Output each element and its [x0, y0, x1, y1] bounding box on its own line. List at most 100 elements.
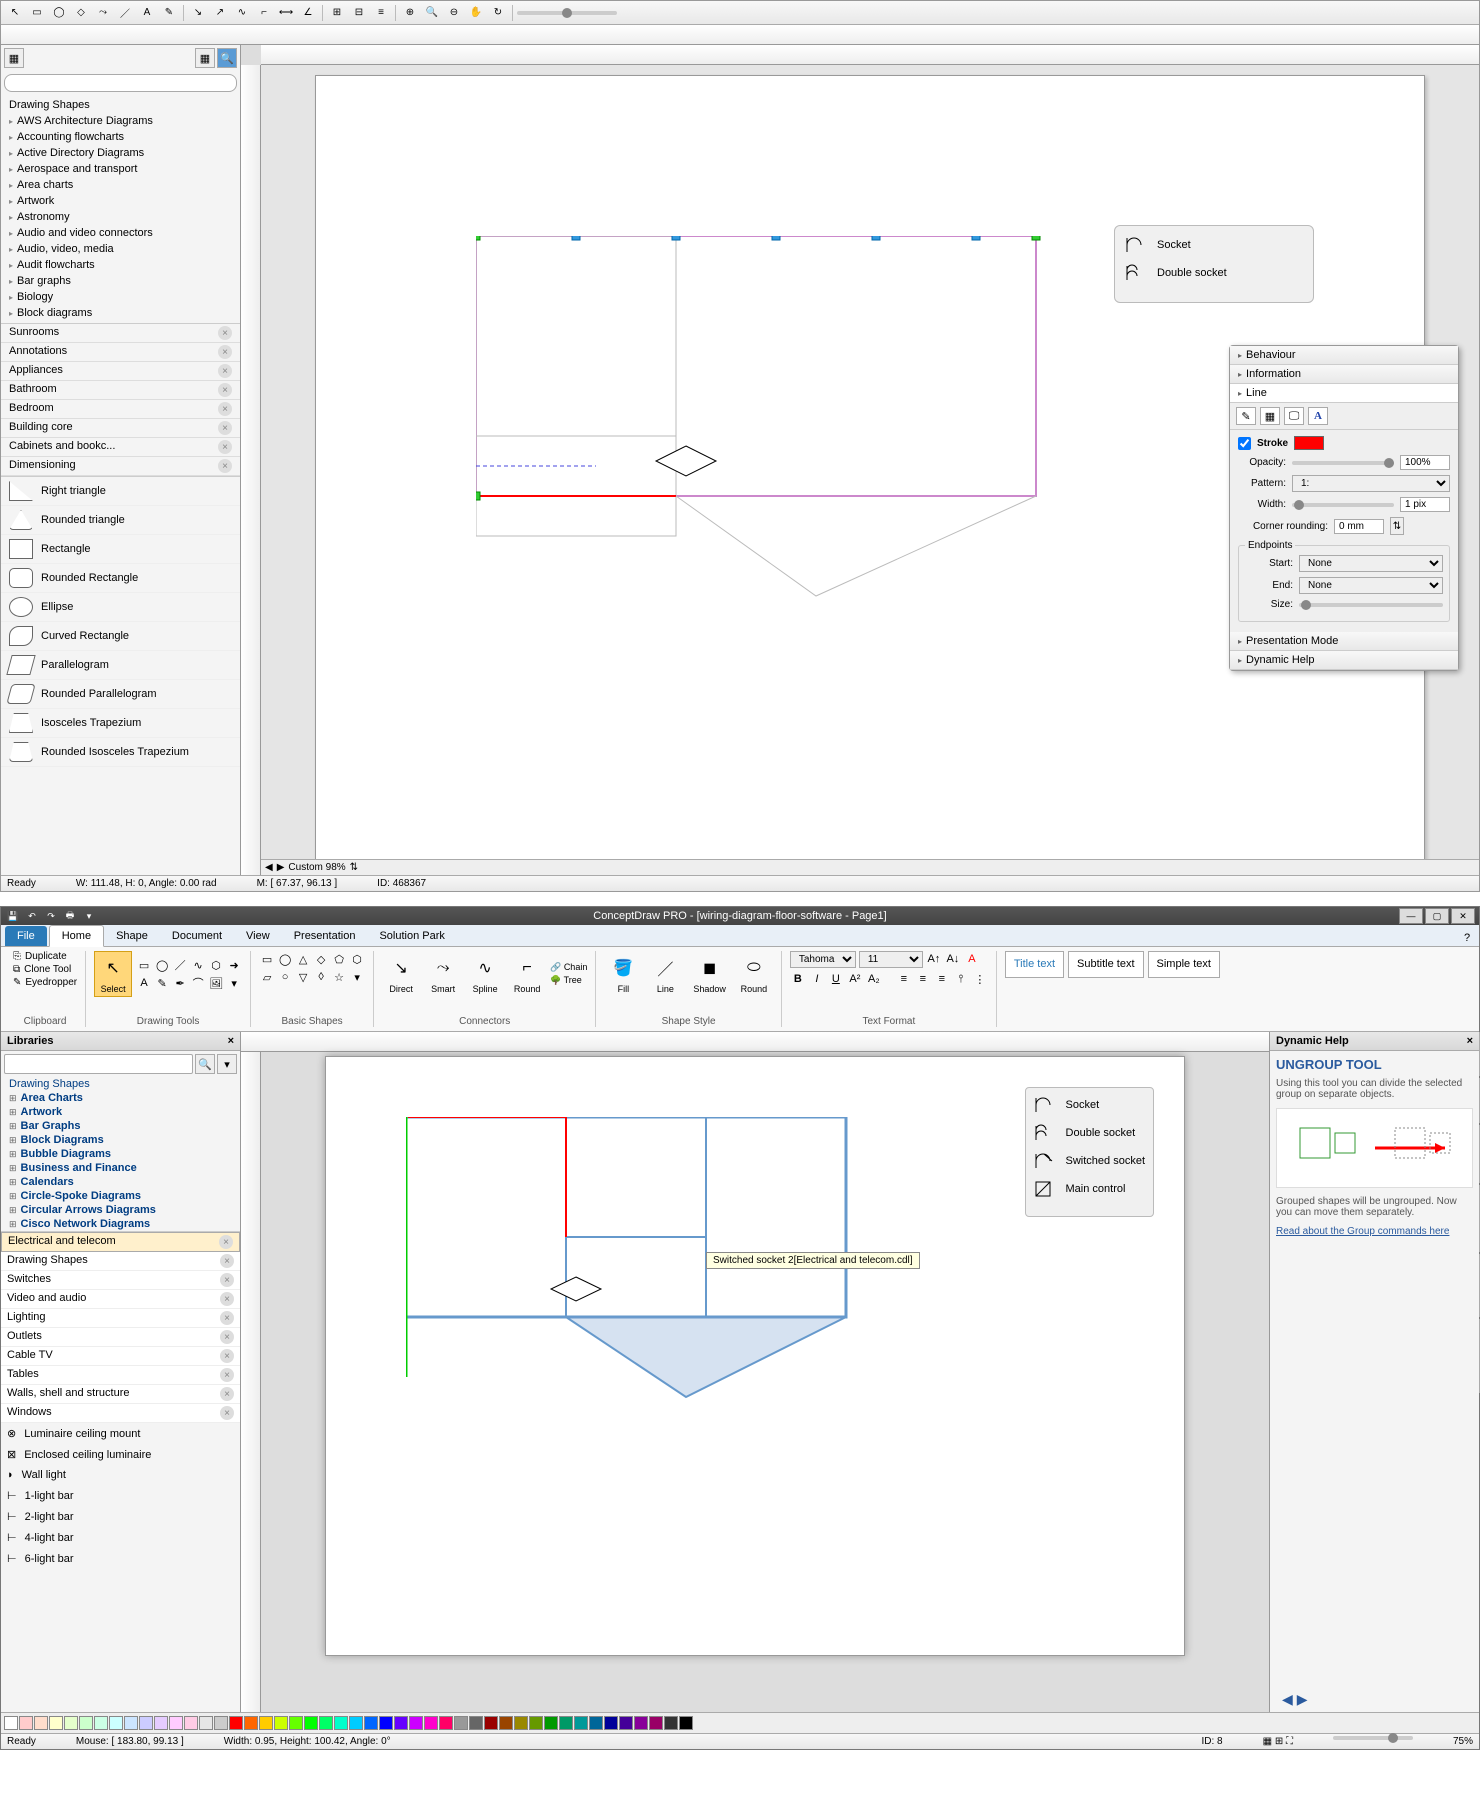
- opacity-input[interactable]: [1400, 455, 1450, 470]
- conn-chain[interactable]: 🔗 Chain: [550, 962, 587, 973]
- palette-swatch[interactable]: [94, 1716, 108, 1730]
- bs-icon[interactable]: ⬠: [331, 951, 347, 967]
- palette-swatch[interactable]: [544, 1716, 558, 1730]
- shape-pencil-icon[interactable]: ✎: [154, 975, 170, 991]
- stroke-checkbox[interactable]: [1238, 437, 1251, 450]
- tool-rect[interactable]: ▭: [27, 4, 47, 22]
- library-search-input[interactable]: [4, 1054, 193, 1074]
- stepper[interactable]: ⇅: [1390, 517, 1404, 535]
- close-icon[interactable]: ×: [218, 440, 232, 454]
- bs-icon[interactable]: ▱: [259, 969, 275, 985]
- bs-icon[interactable]: ◇: [313, 951, 329, 967]
- conn-direct[interactable]: ↘Direct: [382, 951, 420, 997]
- palette-swatch[interactable]: [289, 1716, 303, 1730]
- close-icon[interactable]: ×: [220, 1387, 234, 1401]
- cat2-item[interactable]: Walls, shell and structure×: [1, 1385, 240, 1404]
- opacity-slider[interactable]: [1292, 461, 1394, 465]
- shadow-button[interactable]: ◼Shadow: [688, 951, 731, 997]
- shape-item[interactable]: Curved Rectangle: [1, 622, 240, 651]
- palette-swatch[interactable]: [139, 1716, 153, 1730]
- shape-item[interactable]: Rectangle: [1, 535, 240, 564]
- conn-spline[interactable]: ∿Spline: [466, 951, 504, 997]
- close-icon[interactable]: ×: [220, 1406, 234, 1420]
- palette-swatch[interactable]: [124, 1716, 138, 1730]
- width-slider[interactable]: [1292, 503, 1394, 507]
- floorplan-drawing[interactable]: [476, 236, 1076, 636]
- shape2-item[interactable]: ◗Wall light: [1, 1465, 240, 1485]
- tree-item[interactable]: Active Directory Diagrams: [1, 145, 240, 161]
- qat-print-icon[interactable]: 🖶: [62, 909, 78, 923]
- search-input[interactable]: [4, 74, 237, 92]
- tool-arrow1[interactable]: ↘: [188, 4, 208, 22]
- palette-swatch[interactable]: [319, 1716, 333, 1730]
- shape-item[interactable]: Rounded Parallelogram: [1, 680, 240, 709]
- bottom-scrollbar[interactable]: ◀ ▶ Custom 98% ⇅: [261, 859, 1479, 875]
- line-button[interactable]: ／Line: [646, 951, 684, 997]
- tree2-item[interactable]: Block Diagrams: [1, 1133, 240, 1147]
- corner-input[interactable]: [1334, 519, 1384, 534]
- conn-tree[interactable]: 🌳 Tree: [550, 975, 587, 986]
- tree-item[interactable]: Audit flowcharts: [1, 257, 240, 273]
- palette-swatch[interactable]: [514, 1716, 528, 1730]
- close-button[interactable]: ✕: [1451, 908, 1475, 924]
- qat-dropdown-icon[interactable]: ▾: [81, 909, 97, 923]
- tab-document[interactable]: Document: [160, 926, 234, 946]
- bs-icon[interactable]: ○: [277, 969, 293, 985]
- panel-section-help[interactable]: Dynamic Help: [1230, 651, 1458, 670]
- palette-swatch[interactable]: [604, 1716, 618, 1730]
- palette-swatch[interactable]: [484, 1716, 498, 1730]
- tree2-item[interactable]: Artwork: [1, 1105, 240, 1119]
- tree-item[interactable]: Bar graphs: [1, 273, 240, 289]
- shape-item[interactable]: Rounded Isosceles Trapezium: [1, 738, 240, 767]
- shape-text-icon[interactable]: A: [136, 975, 152, 991]
- bs-icon[interactable]: ▭: [259, 951, 275, 967]
- tree-item[interactable]: Audio, video, media: [1, 241, 240, 257]
- palette-swatch[interactable]: [4, 1716, 18, 1730]
- palette-swatch[interactable]: [229, 1716, 243, 1730]
- tool-zoom-in[interactable]: 🔍: [422, 4, 442, 22]
- shape2-item[interactable]: ⊢6-light bar: [1, 1548, 240, 1569]
- tab-pen-icon[interactable]: ✎: [1236, 407, 1256, 425]
- font-select[interactable]: Tahoma: [790, 951, 856, 968]
- bold-icon[interactable]: B: [790, 971, 806, 987]
- maximize-button[interactable]: ▢: [1425, 908, 1449, 924]
- round-button[interactable]: ⬭Round: [735, 951, 773, 997]
- tab-screen-icon[interactable]: 🖵: [1284, 407, 1304, 425]
- title-text-btn[interactable]: Title text: [1005, 951, 1064, 978]
- start-select[interactable]: None: [1299, 555, 1443, 572]
- tab-home[interactable]: Home: [49, 925, 104, 947]
- tool-align[interactable]: ≡: [371, 4, 391, 22]
- tool-bezier[interactable]: ∿: [232, 4, 252, 22]
- palette-swatch[interactable]: [574, 1716, 588, 1730]
- palette-swatch[interactable]: [634, 1716, 648, 1730]
- size-slider[interactable]: [1299, 603, 1443, 607]
- pattern-select[interactable]: 1:: [1292, 475, 1450, 492]
- shape-ellipse-icon[interactable]: ◯: [154, 957, 170, 973]
- fontsize-select[interactable]: 11: [859, 951, 923, 968]
- palette-swatch[interactable]: [334, 1716, 348, 1730]
- library-btn[interactable]: ▦: [4, 48, 24, 68]
- align-center-icon[interactable]: ≡: [915, 971, 931, 987]
- palette-swatch[interactable]: [244, 1716, 258, 1730]
- palette-swatch[interactable]: [454, 1716, 468, 1730]
- close-icon[interactable]: ×: [218, 421, 232, 435]
- cat-item[interactable]: Dimensioning×: [1, 457, 240, 476]
- cat-item[interactable]: Annotations×: [1, 343, 240, 362]
- subtitle-text-btn[interactable]: Subtitle text: [1068, 951, 1143, 978]
- tool-refresh[interactable]: ↻: [488, 4, 508, 22]
- cat-item[interactable]: Bedroom×: [1, 400, 240, 419]
- close-icon[interactable]: ×: [218, 364, 232, 378]
- bs-icon[interactable]: ◯: [277, 951, 293, 967]
- shape-item[interactable]: Ellipse: [1, 593, 240, 622]
- cat-item[interactable]: Bathroom×: [1, 381, 240, 400]
- shape-more-icon[interactable]: ▾: [226, 975, 242, 991]
- cat2-item[interactable]: Windows×: [1, 1404, 240, 1423]
- super-icon[interactable]: A²: [847, 971, 863, 987]
- cat2-item[interactable]: Switches×: [1, 1271, 240, 1290]
- palette-swatch[interactable]: [79, 1716, 93, 1730]
- palette-swatch[interactable]: [169, 1716, 183, 1730]
- align-right-icon[interactable]: ≡: [934, 971, 950, 987]
- tree2-item[interactable]: Circular Arrows Diagrams: [1, 1203, 240, 1217]
- palette-swatch[interactable]: [424, 1716, 438, 1730]
- search-icon-btn[interactable]: 🔍: [217, 48, 237, 68]
